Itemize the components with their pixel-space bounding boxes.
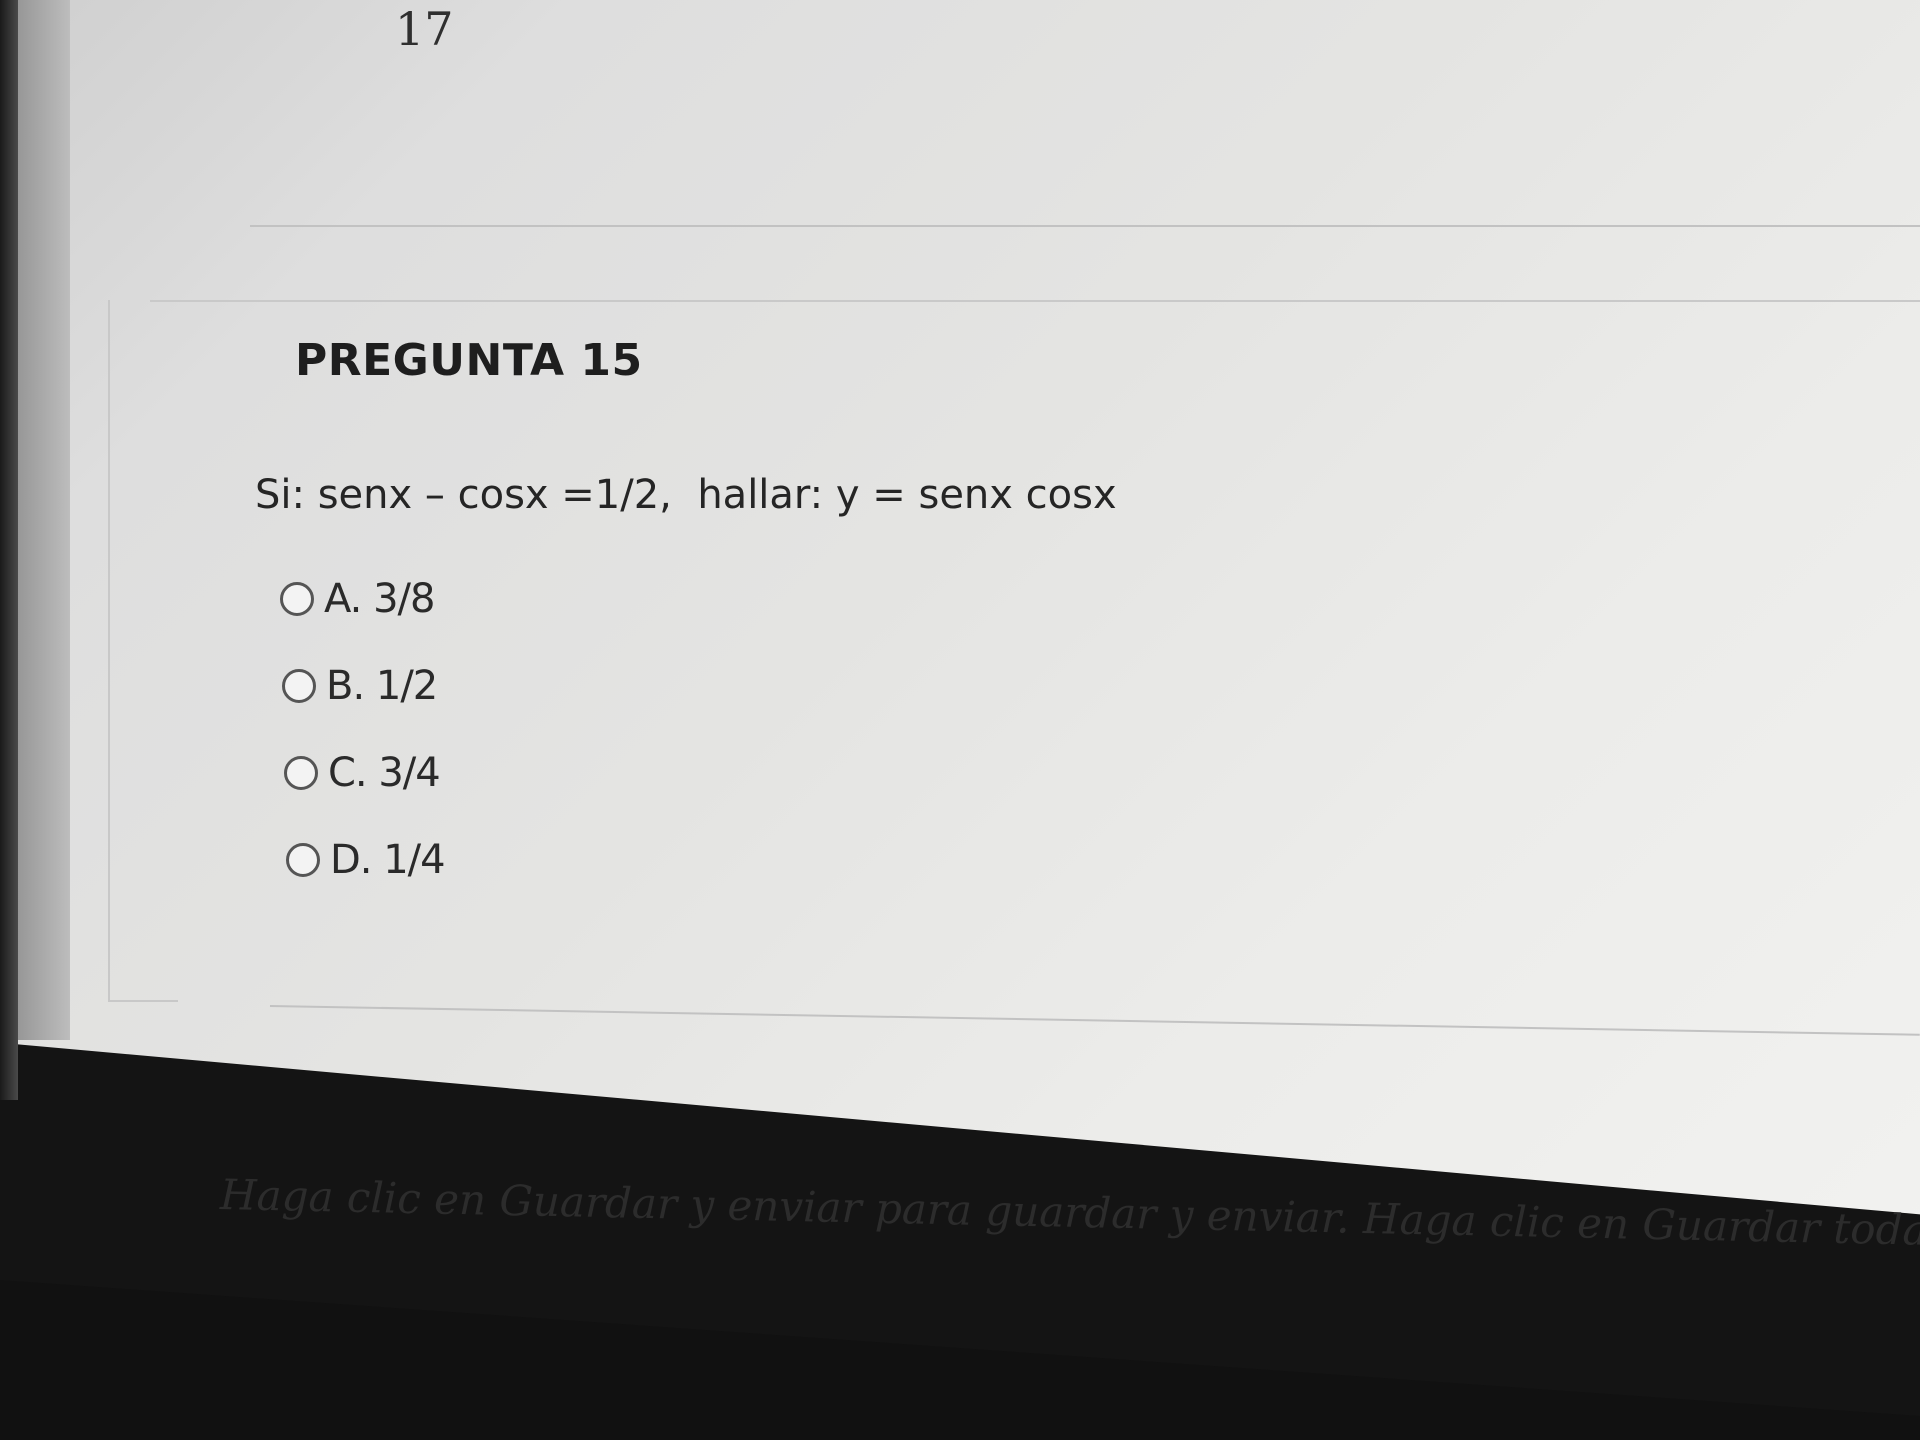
radio-button-b[interactable] — [282, 668, 316, 703]
answer-option-label: D. 1/4 — [330, 836, 446, 883]
radio-button-d[interactable] — [286, 842, 320, 877]
answer-options: A. 3/8 B. 1/2 C. 3/4 D. 1/4 — [280, 555, 446, 903]
radio-button-a[interactable] — [280, 581, 314, 616]
answer-option-label: B. 1/2 — [326, 662, 438, 709]
previous-question-number: 17 — [395, 2, 454, 56]
divider — [250, 225, 1920, 227]
answer-option-label: A. 3/8 — [324, 575, 435, 622]
monitor-bezel-bottom — [0, 1280, 1920, 1440]
answer-option-label: C. 3/4 — [328, 749, 441, 796]
question-text: Si: senx – cosx =1/2, hallar: y = senx c… — [255, 472, 1117, 518]
answer-option-a[interactable]: A. 3/8 — [280, 555, 445, 642]
monitor-bezel-left — [0, 0, 18, 1100]
question-container-corner — [108, 1000, 178, 1002]
answer-option-b[interactable]: B. 1/2 — [282, 642, 445, 729]
answer-option-d[interactable]: D. 1/4 — [286, 816, 446, 903]
question-title: PREGUNTA 15 — [295, 335, 643, 386]
answer-option-c[interactable]: C. 3/4 — [284, 729, 445, 816]
radio-button-c[interactable] — [284, 755, 318, 790]
previous-question-area — [80, 0, 1920, 300]
